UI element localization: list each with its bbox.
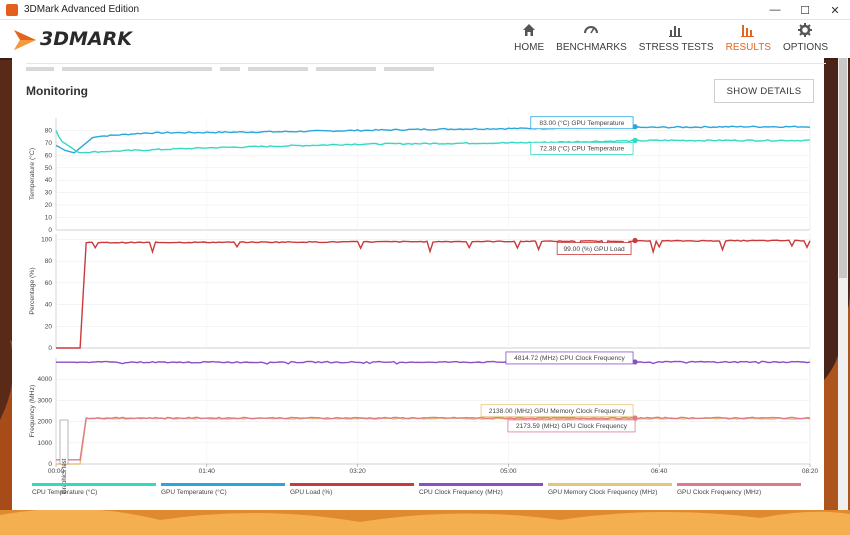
series-line-cpu-clock-frequency-mhz- bbox=[56, 360, 811, 365]
results-panel: Monitoring SHOW DETAILS 0 10 20 30 40 50 60 70 8… bbox=[12, 58, 826, 510]
legend-item[interactable]: GPU Memory Clock Frequency (MHz) bbox=[548, 483, 673, 496]
panel-1-y-tick-label: 20 bbox=[45, 323, 53, 330]
tooltip-text: 2138.00 (MHz) GPU Memory Clock Frequency bbox=[489, 408, 626, 415]
legend-swatch bbox=[419, 483, 543, 486]
panel-0-y-tick-label: 50 bbox=[45, 165, 53, 172]
panel-0-y-tick-label: 70 bbox=[45, 140, 53, 147]
close-button[interactable]: ✕ bbox=[820, 0, 850, 20]
panel-2-y-tick-label: 0 bbox=[48, 461, 52, 468]
bars-icon bbox=[669, 26, 683, 37]
nav-benchmarks[interactable]: BENCHMARKS bbox=[556, 22, 627, 53]
series-line-gpu-memory-clock-frequency-mhz- bbox=[56, 417, 811, 465]
series-line-gpu-load- bbox=[56, 239, 811, 349]
panel-0-y-axis-label: Temperature (°C) bbox=[28, 148, 36, 200]
chart-svg: 0 10 20 30 40 50 60 70 80 Temperature (°C) 83.00 (… bbox=[28, 116, 819, 475]
x-tick-label: 01:40 bbox=[199, 468, 216, 475]
monitoring-chart: 0 10 20 30 40 50 60 70 80 Temperature (°C) 83.00 (… bbox=[12, 110, 824, 510]
tooltip-text: 2173.59 (MHz) GPU Clock Frequency bbox=[516, 423, 628, 430]
maximize-button[interactable]: ☐ bbox=[790, 0, 820, 20]
tooltip-text: 99.00 (%) GPU Load bbox=[564, 246, 626, 253]
x-tick-label: 06:40 bbox=[651, 468, 668, 475]
panel-1-y-axis-label: Percentage (%) bbox=[29, 267, 36, 314]
panel-0-y-tick-label: 0 bbox=[48, 227, 52, 234]
panel-2-y-tick-label: 4000 bbox=[38, 376, 53, 383]
legend-swatch bbox=[548, 483, 672, 486]
legend-label: GPU Memory Clock Frequency (MHz) bbox=[548, 489, 658, 496]
legend-item[interactable]: CPU Temperature (°C) bbox=[32, 483, 157, 496]
chart-legend: CPU Temperature (°C) GPU Temperature (°C)… bbox=[32, 483, 802, 503]
nav-options-label: OPTIONS bbox=[782, 42, 828, 53]
title-bar: 3DMark Advanced Edition — ☐ ✕ bbox=[0, 0, 850, 20]
nav-benchmarks-label: BENCHMARKS bbox=[556, 42, 627, 53]
results-icon bbox=[741, 25, 755, 37]
legend-swatch bbox=[290, 483, 414, 486]
window-title: 3DMark Advanced Edition bbox=[24, 4, 140, 15]
main-nav: HOME BENCHMARKS STRESS TESTS RESULTS OPT… bbox=[502, 22, 828, 53]
panel-0-y-tick-label: 10 bbox=[45, 215, 53, 222]
series-line-cpu-temperature-c- bbox=[55, 130, 810, 154]
legend-item[interactable]: GPU Temperature (°C) bbox=[161, 483, 286, 496]
panel-2-y-axis-label: Frequency (MHz) bbox=[29, 385, 36, 438]
panel-2-y-tick-label: 1000 bbox=[38, 440, 53, 447]
legend-item[interactable]: GPU Load (%) bbox=[290, 483, 415, 496]
legend-item[interactable]: GPU Clock Frequency (MHz) bbox=[677, 483, 802, 496]
panel-1-y-tick-label: 0 bbox=[48, 345, 52, 352]
show-details-button[interactable]: SHOW DETAILS bbox=[714, 79, 814, 103]
panel-0-y-tick-label: 80 bbox=[45, 127, 53, 134]
app-window: 3DMark Advanced Edition — ☐ ✕ 3DMARK HOM… bbox=[0, 0, 850, 535]
gear-icon bbox=[798, 23, 813, 37]
panel-1-y-tick-label: 60 bbox=[45, 280, 53, 287]
gauge-icon bbox=[584, 26, 599, 34]
logo[interactable]: 3DMARK bbox=[12, 26, 142, 54]
panel-0-y-tick-label: 30 bbox=[45, 190, 53, 197]
section-title: Monitoring bbox=[26, 84, 88, 98]
x-tick-label: 05:00 bbox=[500, 468, 517, 475]
panel-1-y-tick-label: 100 bbox=[41, 236, 52, 243]
legend-label: GPU Clock Frequency (MHz) bbox=[677, 489, 762, 496]
nav-home-label: HOME bbox=[514, 42, 545, 53]
details-row-clipped bbox=[26, 58, 826, 71]
legend-swatch bbox=[32, 483, 156, 486]
scrollbar-thumb[interactable] bbox=[839, 58, 847, 278]
nav-stress-tests-label: STRESS TESTS bbox=[638, 42, 714, 53]
tooltip-text: 72.38 (°C) CPU Temperature bbox=[540, 145, 625, 153]
legend-label: GPU Temperature (°C) bbox=[161, 489, 227, 496]
graphics-test-marker bbox=[59, 419, 69, 465]
panel-0-y-tick-label: 20 bbox=[45, 202, 53, 209]
minimize-button[interactable]: — bbox=[760, 0, 790, 20]
nav-results[interactable]: RESULTS bbox=[726, 22, 771, 53]
panel-2-y-tick-label: 2000 bbox=[38, 419, 53, 426]
home-icon bbox=[523, 24, 536, 36]
panel-0-y-tick-label: 40 bbox=[45, 177, 53, 184]
tooltip-text: 83.00 (°C) GPU Temperature bbox=[539, 119, 624, 127]
tooltip-text: 4814.72 (MHz) CPU Clock Frequency bbox=[514, 355, 625, 362]
panel-0-y-tick-label: 60 bbox=[45, 152, 53, 159]
nav-options[interactable]: OPTIONS bbox=[783, 22, 828, 53]
legend-swatch bbox=[161, 483, 285, 486]
panel-2-y-tick-label: 3000 bbox=[38, 397, 53, 404]
window-controls: — ☐ ✕ bbox=[760, 0, 850, 20]
nav-results-label: RESULTS bbox=[725, 42, 771, 53]
panel-1-y-tick-label: 80 bbox=[45, 258, 53, 265]
app-icon bbox=[6, 3, 18, 16]
nav-home[interactable]: HOME bbox=[514, 22, 544, 53]
series-line-gpu-clock-frequency-mhz- bbox=[56, 416, 811, 461]
legend-item[interactable]: CPU Clock Frequency (MHz) bbox=[419, 483, 544, 496]
legend-label: CPU Temperature (°C) bbox=[32, 489, 98, 496]
logo-mark-icon bbox=[14, 30, 36, 50]
nav-stress-tests[interactable]: STRESS TESTS bbox=[639, 22, 714, 53]
app-header: 3DMARK HOME BENCHMARKS STRESS TESTS RESU… bbox=[0, 20, 850, 58]
logo-text: 3DMARK bbox=[40, 28, 132, 50]
legend-label: GPU Load (%) bbox=[290, 489, 333, 496]
panel-1-y-tick-label: 40 bbox=[45, 302, 53, 309]
x-tick-label: 08:20 bbox=[802, 468, 819, 475]
scrollbar[interactable] bbox=[838, 58, 848, 510]
x-tick-label: 03:20 bbox=[349, 468, 366, 475]
tooltip-marker bbox=[632, 237, 638, 244]
legend-swatch bbox=[677, 483, 801, 486]
legend-label: CPU Clock Frequency (MHz) bbox=[419, 489, 503, 496]
